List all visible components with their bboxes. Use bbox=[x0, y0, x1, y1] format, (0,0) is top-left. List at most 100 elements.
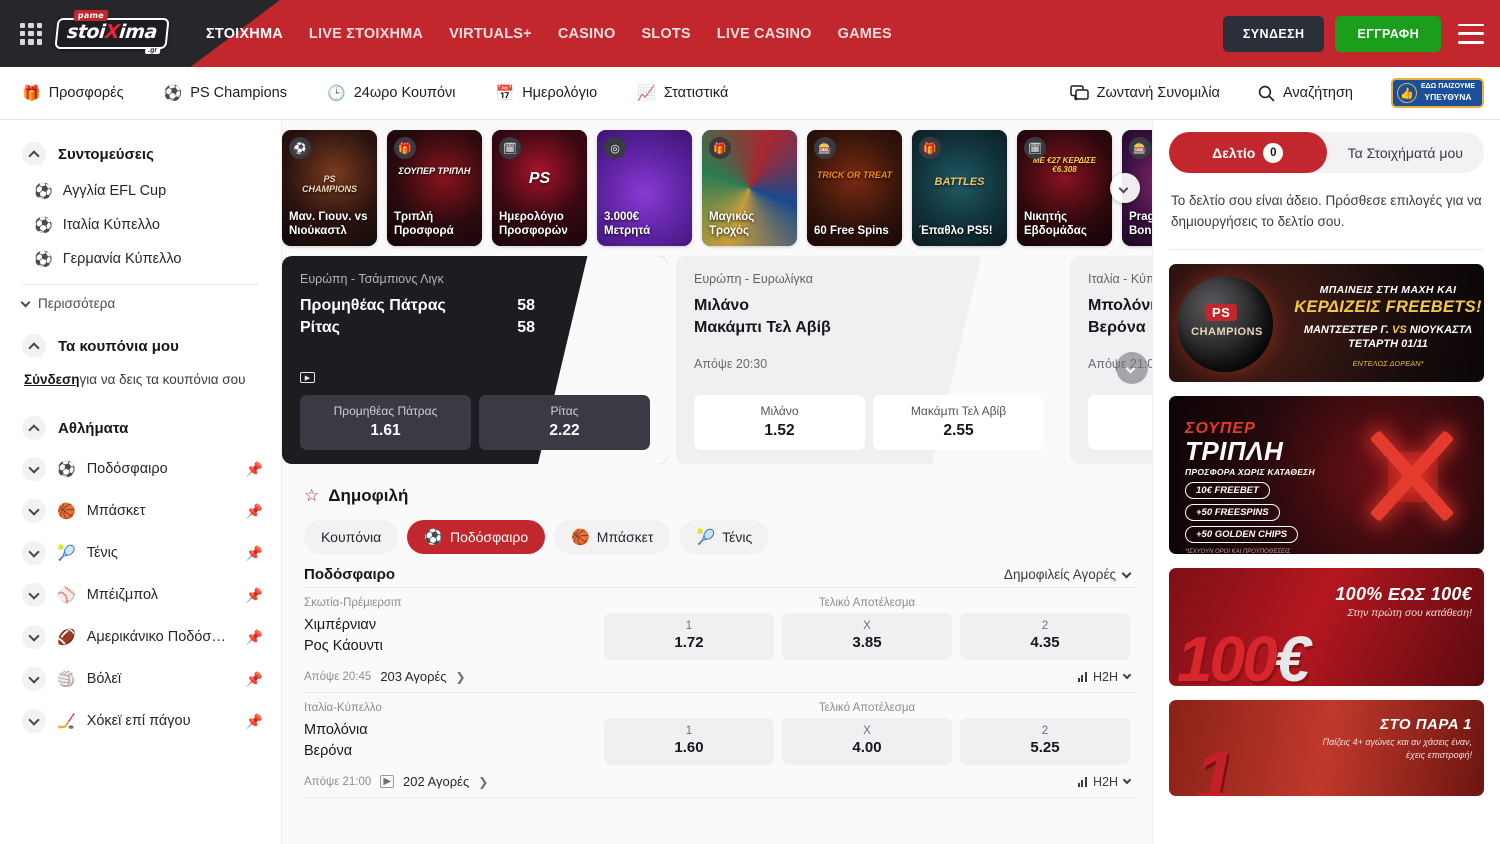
sidebar-shortcut-germany-cup[interactable]: ⚽ Γερμανία Κύπελλο bbox=[0, 242, 281, 276]
volleyball-icon: 🏐 bbox=[57, 672, 76, 687]
odd-button[interactable]: Ρίτας 2.22 bbox=[479, 395, 650, 450]
tab-basketball[interactable]: 🏀 Μπάσκετ bbox=[554, 520, 670, 554]
promo-card[interactable]: 🗓 PS Ημερολόγιο Προσφορών bbox=[492, 130, 587, 246]
side-banner-super-tripli[interactable]: ΣΟΥΠΕΡ ΤΡΙΠΛΗ ΠΡΟΣΦΟΡΑ ΧΩΡΙΣ ΚΑΤΑΘΕΣΗ 10… bbox=[1169, 396, 1484, 554]
promo-card[interactable]: ⚽ PSCHAMPIONS Μαν. Γιουν. vs Νιούκαστλ bbox=[282, 130, 377, 246]
tab-coupons[interactable]: Κουπόνια bbox=[304, 520, 398, 554]
table-row[interactable]: Σκωτία-Πρέμιερσιπ Χιμπέρνιαν Ρος Κάουντι… bbox=[304, 587, 1138, 692]
calendar-icon: 📅 bbox=[496, 86, 515, 101]
side-banner-ps-champions[interactable]: PS CHAMPIONS ΜΠΑΙΝΕΙΣ ΣΤΗ ΜΑΧΗ ΚΑΙ ΚΕΡΔΙ… bbox=[1169, 264, 1484, 382]
nav-live-casino[interactable]: LIVE CASINO bbox=[717, 26, 812, 42]
promo-card[interactable]: 🗓 ΜΕ €27 ΚΕΡΔΙΣΕ €6.308 Νικητής Εβδομάδα… bbox=[1017, 130, 1112, 246]
sidebar-item-tennis[interactable]: 🎾 Τένις 📌 bbox=[0, 532, 281, 574]
pin-icon[interactable]: 📌 bbox=[246, 671, 263, 688]
chevron-down-icon[interactable] bbox=[22, 667, 46, 691]
sidebar-item-football[interactable]: ⚽ Ποδόσφαιρο 📌 bbox=[0, 448, 281, 490]
nav-live-stoixima[interactable]: LIVE ΣΤΟΙΧΗΜΑ bbox=[309, 26, 423, 42]
subnav-item-statistics[interactable]: 📈 Στατιστικά bbox=[637, 85, 728, 101]
nav-slots[interactable]: SLOTS bbox=[641, 26, 690, 42]
apps-grid-icon[interactable] bbox=[18, 21, 44, 47]
promo-card[interactable]: 🎁 ΣΟΥΠΕΡ ΤΡΙΠΛΗ Τριπλή Προσφορά bbox=[387, 130, 482, 246]
target-icon: ◎ bbox=[604, 137, 626, 159]
nav-virtuals[interactable]: VIRTUALS+ bbox=[449, 26, 532, 42]
chevron-down-icon[interactable] bbox=[22, 457, 46, 481]
sidebar-item-ice-hockey[interactable]: 🏒 Χόκεϊ επί πάγου 📌 bbox=[0, 700, 281, 742]
tab-betslip[interactable]: Δελτίο 0 bbox=[1169, 132, 1327, 173]
sidebar-item-american-football[interactable]: 🏈 Αμερικάνικο Ποδόσ… 📌 bbox=[0, 616, 281, 658]
responsible-gaming-badge[interactable]: 👍 ΕΔΩ ΠΑΙΖΟΥΜΕ ΥΠΕΥΘΥΝΑ bbox=[1391, 78, 1484, 108]
sidebar-more-button[interactable]: Περισσότερα bbox=[0, 289, 281, 318]
odd-button-2[interactable]: 2 4.35 bbox=[960, 613, 1130, 660]
chevron-down-icon[interactable] bbox=[22, 499, 46, 523]
chevron-down-icon[interactable] bbox=[22, 583, 46, 607]
odd-button-x[interactable]: X 3.85 bbox=[782, 613, 952, 660]
pin-icon[interactable]: 📌 bbox=[246, 503, 263, 520]
banner-line-5: ΕΝΤΕΛΩΣ ΔΩΡΕΑΝ* bbox=[1293, 359, 1483, 368]
promo-card[interactable]: 🎁 BATTLES Έπαθλο PS5! bbox=[912, 130, 1007, 246]
hamburger-menu-icon[interactable] bbox=[1458, 24, 1484, 44]
sidebar-login-link[interactable]: Σύνδεση bbox=[24, 372, 80, 387]
nav-games[interactable]: GAMES bbox=[838, 26, 892, 42]
pin-icon[interactable]: 📌 bbox=[246, 587, 263, 604]
banner-big-number: 1 bbox=[1195, 736, 1235, 796]
odd-button-2[interactable]: 2 5.25 bbox=[960, 718, 1130, 765]
odd-button-1[interactable]: 1 1.60 bbox=[604, 718, 774, 765]
nav-casino[interactable]: CASINO bbox=[558, 26, 616, 42]
live-match-card[interactable]: Ευρώπη - Τσάμπιονς Λιγκ Προμηθέας Πάτρας… bbox=[282, 256, 668, 464]
login-button[interactable]: ΣΥΝΔΕΣΗ bbox=[1223, 16, 1325, 52]
subnav-item-calendar[interactable]: 📅 Ημερολόγιο bbox=[496, 85, 598, 101]
soccer-ball-icon: ⚽ bbox=[34, 184, 53, 199]
markets-count-link[interactable]: 202 Αγορές bbox=[403, 774, 469, 789]
sidebar-shortcut-efl-cup[interactable]: ⚽ Αγγλία EFL Cup bbox=[0, 174, 281, 208]
odd-button[interactable]: Προμηθέας Πάτρας 1.61 bbox=[300, 395, 471, 450]
sidebar-item-volleyball[interactable]: 🏐 Βόλεϊ 📌 bbox=[0, 658, 281, 700]
pin-icon[interactable]: 📌 bbox=[246, 545, 263, 562]
promo-title: Νικητής Εβδομάδας bbox=[1017, 210, 1112, 246]
sidebar-item-basketball[interactable]: 🏀 Μπάσκετ 📌 bbox=[0, 490, 281, 532]
tab-my-bets[interactable]: Τα Στοιχήματά μου bbox=[1327, 132, 1485, 173]
tab-football[interactable]: ⚽ Ποδόσφαιρο bbox=[407, 520, 545, 554]
gift-icon: 🎁 bbox=[709, 137, 731, 159]
h2h-button[interactable]: H2H bbox=[1078, 670, 1130, 684]
promo-carousel-next-button[interactable] bbox=[1110, 173, 1140, 203]
odd-button-1[interactable]: 1 1.72 bbox=[604, 613, 774, 660]
live-chat-button[interactable]: Ζωντανή Συνομιλία bbox=[1070, 85, 1220, 102]
odd-button[interactable]: 1 1.6 bbox=[1088, 395, 1152, 450]
sidebar-section-sports[interactable]: Αθλήματα bbox=[0, 408, 281, 448]
table-row[interactable]: Ιταλία-Κύπελλο Μπολόνια Βερόνα Τελικό Απ… bbox=[304, 692, 1138, 797]
match-info: Ιταλία-Κύπελλο Μπολόνια Βερόνα bbox=[304, 702, 604, 765]
chevron-down-icon[interactable] bbox=[22, 541, 46, 565]
site-logo[interactable]: pame stoiXima .gr bbox=[58, 8, 166, 60]
nav-stoixima[interactable]: ΣΤΟΙΧΗΜΑ bbox=[206, 26, 283, 42]
sidebar-divider bbox=[22, 284, 259, 285]
chevron-down-icon[interactable] bbox=[22, 709, 46, 733]
live-carousel-next-button[interactable] bbox=[1116, 352, 1148, 384]
market-selector-dropdown[interactable]: Δημοφιλείς Αγορές bbox=[1004, 567, 1130, 582]
subnav-item-24h-coupon[interactable]: 🕒 24ωρο Κουπόνι bbox=[327, 85, 456, 101]
banner-line-1: ΜΠΑΙΝΕΙΣ ΣΤΗ ΜΑΧΗ ΚΑΙ bbox=[1293, 284, 1483, 296]
sidebar-shortcut-italy-cup[interactable]: ⚽ Ιταλία Κύπελλο bbox=[0, 208, 281, 242]
markets-count-link[interactable]: 203 Αγορές bbox=[380, 669, 446, 684]
side-banner-100-bonus[interactable]: 100€ 100% ΕΩΣ 100€ Στην πρώτη σου κατάθε… bbox=[1169, 568, 1484, 686]
live-match-card[interactable]: Ευρώπη - Ευρωλίγκα Μιλάνο Μακάμπι Τελ Αβ… bbox=[676, 256, 1062, 464]
odd-button[interactable]: Μιλάνο 1.52 bbox=[694, 395, 865, 450]
sidebar-item-baseball[interactable]: ⚾ Μπέιζμπολ 📌 bbox=[0, 574, 281, 616]
promo-card[interactable]: ◎ 3.000€ Μετρητά bbox=[597, 130, 692, 246]
sidebar-section-shortcuts[interactable]: Συντομεύσεις bbox=[0, 134, 281, 174]
odd-button[interactable]: Μακάμπι Τελ Αβίβ 2.55 bbox=[873, 395, 1044, 450]
promo-card[interactable]: 🎁 Μαγικός Τροχός bbox=[702, 130, 797, 246]
subnav-item-offers[interactable]: 🎁 Προσφορές bbox=[22, 85, 124, 101]
odd-button-x[interactable]: X 4.00 bbox=[782, 718, 952, 765]
register-button[interactable]: ΕΓΓΡΑΦΗ bbox=[1335, 16, 1441, 52]
sidebar-section-my-coupons[interactable]: Τα κουπόνια μου bbox=[0, 326, 281, 366]
tab-tennis[interactable]: 🎾 Τένις bbox=[679, 520, 769, 554]
subnav-item-ps-champions[interactable]: ⚽ PS Champions bbox=[164, 85, 287, 101]
pin-icon[interactable]: 📌 bbox=[246, 461, 263, 478]
pin-icon[interactable]: 📌 bbox=[246, 629, 263, 646]
search-button[interactable]: Αναζήτηση bbox=[1258, 85, 1353, 102]
side-banner-sto-para-1[interactable]: 1 ΣΤΟ ΠΑΡΑ 1 Παίζεις 4+ αγώνες και αν χά… bbox=[1169, 700, 1484, 796]
chevron-down-icon[interactable] bbox=[22, 625, 46, 649]
promo-card[interactable]: 🎰 TRICK OR TREAT 60 Free Spins bbox=[807, 130, 902, 246]
h2h-button[interactable]: H2H bbox=[1078, 775, 1130, 789]
pin-icon[interactable]: 📌 bbox=[246, 713, 263, 730]
